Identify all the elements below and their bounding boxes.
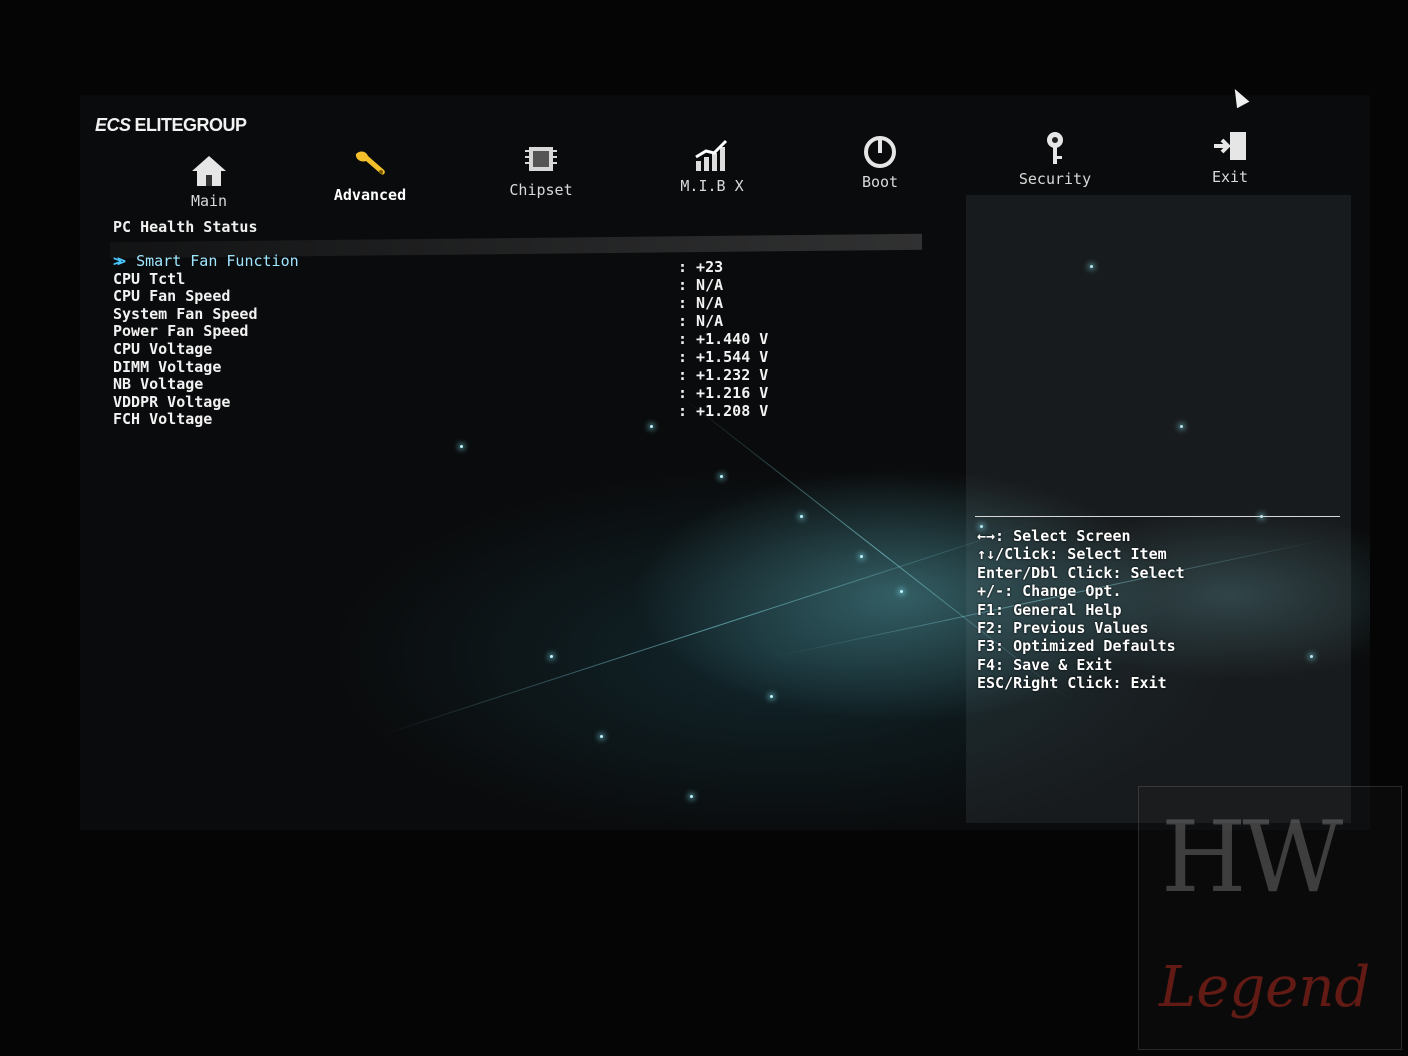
help-line: F2: Previous Values bbox=[977, 618, 1149, 637]
value-fch-voltage: : +1.208 V bbox=[678, 402, 769, 420]
menu-item-label: Smart Fan Function bbox=[136, 252, 299, 270]
tab-main[interactable]: Main bbox=[149, 152, 269, 210]
light-streak bbox=[379, 518, 1046, 736]
list-item: VDDPR Voltage bbox=[113, 392, 231, 411]
watermark-bottom: Legend bbox=[1159, 955, 1371, 1020]
watermark-logo: HW Legend bbox=[1138, 786, 1402, 1050]
list-item: CPU Fan Speed bbox=[113, 287, 231, 306]
tab-advanced[interactable]: Advanced bbox=[310, 146, 430, 204]
tab-label: Exit bbox=[1211, 168, 1249, 186]
tab-exit[interactable]: Exit bbox=[1170, 128, 1290, 186]
settings-list: >> Smart Fan Function CPU Tctl CPU Fan S… bbox=[113, 252, 299, 428]
help-line: F1: General Help bbox=[977, 600, 1122, 619]
value-nb-voltage: : +1.232 V bbox=[678, 366, 769, 384]
list-item: CPU Tctl bbox=[113, 269, 186, 288]
star bbox=[460, 445, 463, 448]
value-cpu-voltage: : +1.440 V bbox=[678, 330, 769, 348]
chip-icon bbox=[525, 147, 557, 171]
value-system-fan-speed: : N/A bbox=[678, 294, 724, 312]
value-cpu-tctl: : +23 bbox=[678, 258, 724, 276]
page-title: PC Health Status bbox=[113, 218, 258, 236]
help-line: ↑↓/Click: Select Item bbox=[977, 545, 1167, 564]
list-item: NB Voltage bbox=[113, 375, 204, 394]
tab-chipset[interactable]: Chipset bbox=[481, 141, 601, 199]
list-item: FCH Voltage bbox=[113, 410, 213, 429]
value-dimm-voltage: : +1.544 V bbox=[678, 348, 769, 366]
help-panel bbox=[966, 195, 1351, 823]
help-divider bbox=[975, 516, 1340, 517]
help-keys: ←→: Select Screen ↑↓/Click: Select Item … bbox=[977, 527, 1185, 693]
home-icon bbox=[192, 156, 226, 186]
tab-label: M.I.B X bbox=[680, 177, 744, 195]
help-line: ESC/Right Click: Exit bbox=[977, 674, 1167, 693]
help-line: +/-: Change Opt. bbox=[977, 582, 1122, 601]
star bbox=[860, 555, 863, 558]
value-power-fan-speed: : N/A bbox=[678, 312, 724, 330]
wrench-icon bbox=[355, 151, 385, 175]
menu-item-smart-fan-function[interactable]: >> Smart Fan Function bbox=[113, 252, 299, 270]
value-cpu-fan-speed: : N/A bbox=[678, 276, 724, 294]
watermark-top: HW bbox=[1161, 801, 1343, 915]
tab-mibx[interactable]: M.I.B X bbox=[652, 137, 772, 195]
help-line: F4: Save & Exit bbox=[977, 655, 1113, 674]
tab-boot[interactable]: Boot bbox=[820, 133, 940, 191]
values-list: : +23 : N/A : N/A : N/A : +1.440 V : +1.… bbox=[678, 258, 768, 420]
star bbox=[550, 655, 553, 658]
list-item: CPU Voltage bbox=[113, 339, 213, 358]
help-line: ←→: Select Screen bbox=[977, 527, 1131, 545]
tab-label: Chipset bbox=[509, 181, 573, 199]
brand-mark: ECS bbox=[95, 115, 131, 135]
power-icon bbox=[864, 136, 896, 168]
star bbox=[800, 515, 803, 518]
tab-label: Main bbox=[190, 192, 228, 210]
tab-label: Security bbox=[1018, 170, 1092, 188]
star bbox=[770, 695, 773, 698]
tab-label: Boot bbox=[861, 173, 899, 191]
value-vddpr-voltage: : +1.216 V bbox=[678, 384, 769, 402]
list-item: System Fan Speed bbox=[113, 304, 258, 323]
help-line: F3: Optimized Defaults bbox=[977, 637, 1176, 656]
star bbox=[690, 795, 693, 798]
brand-name: ELITEGROUP bbox=[134, 115, 248, 135]
list-item: Power Fan Speed bbox=[113, 322, 249, 341]
tab-security[interactable]: Security bbox=[995, 130, 1115, 188]
star bbox=[720, 475, 723, 478]
star bbox=[900, 590, 903, 593]
key-icon bbox=[1047, 132, 1063, 164]
exit-icon bbox=[1214, 132, 1246, 160]
chart-icon bbox=[695, 139, 728, 171]
star bbox=[650, 425, 653, 428]
help-line: Enter/Dbl Click: Select bbox=[977, 563, 1185, 582]
brand-logo: ECS ELITEGROUP bbox=[95, 115, 247, 136]
list-item: DIMM Voltage bbox=[113, 357, 222, 376]
chevron-right-icon: >> bbox=[113, 252, 126, 270]
star bbox=[600, 735, 603, 738]
tab-label: Advanced bbox=[333, 186, 407, 204]
